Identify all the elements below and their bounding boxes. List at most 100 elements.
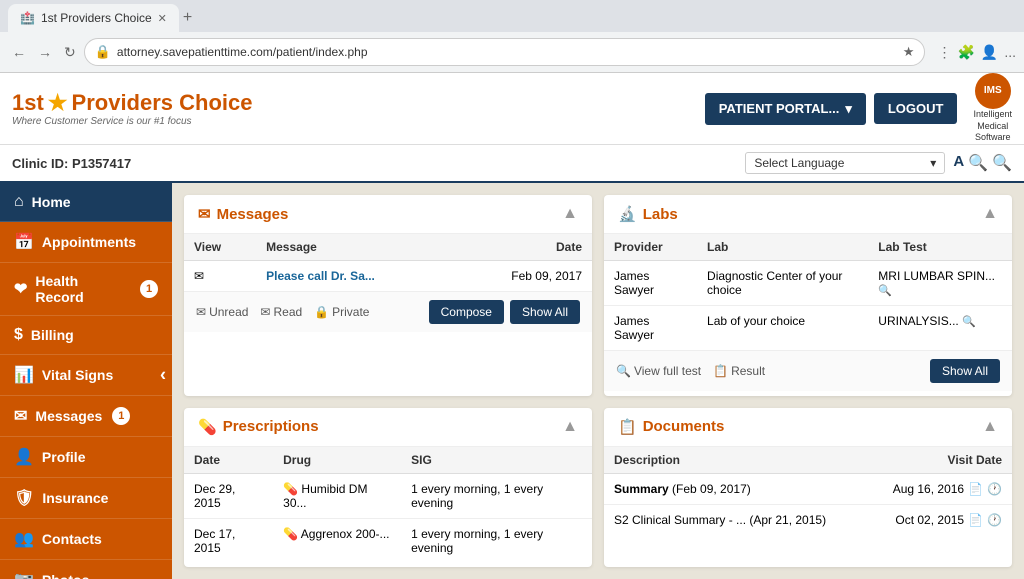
active-tab[interactable]: 🏥 1st Providers Choice ✕ <box>8 4 179 32</box>
col-provider: Provider <box>604 234 697 261</box>
documents-card-title: 📋 Documents <box>618 418 724 436</box>
col-message: Message <box>256 234 453 261</box>
messages-card-header: ✉ Messages ▲ <box>184 195 592 234</box>
message-link[interactable]: Please call Dr. Sa... <box>266 269 375 283</box>
labs-card-body: Provider Lab Lab Test James Sawyer Diagn… <box>604 234 1012 350</box>
labs-table: Provider Lab Lab Test James Sawyer Diagn… <box>604 234 1012 350</box>
labs-card-footer: 🔍 View full test 📋 Result Show All <box>604 350 1012 391</box>
logo-subtitle: Where Customer Service is our #1 focus <box>12 116 252 127</box>
labs-card-header: 🔬 Labs ▲ <box>604 195 1012 234</box>
doc-date-cell-2: Oct 02, 2015 📄 🕐 <box>866 505 1012 535</box>
compose-button[interactable]: Compose <box>429 300 504 324</box>
doc-clock-icon-2[interactable]: 🕐 <box>987 513 1002 527</box>
lab-cell: Diagnostic Center of your choice <box>697 261 868 306</box>
back-button[interactable]: ← <box>8 40 30 64</box>
messages-table: View Message Date ✉ Please call Dr. Sa..… <box>184 234 592 291</box>
collapse-sidebar-btn[interactable]: ‹ <box>160 365 172 386</box>
logout-button[interactable]: LOGOUT <box>874 93 958 124</box>
language-select[interactable]: Select Language ▾ <box>745 152 945 174</box>
unread-filter[interactable]: ✉ Unread <box>196 305 248 319</box>
documents-card-body: Description Visit Date Summary (Feb 09, … <box>604 447 1012 536</box>
menu-button[interactable]: ⋮ <box>937 44 951 61</box>
header-right: PATIENT PORTAL... ▾ LOGOUT IMS Intellige… <box>705 73 1012 144</box>
profile-button[interactable]: 👤 <box>981 44 998 61</box>
sidebar-item-label: Home <box>32 194 71 210</box>
prescriptions-card-title: 💊 Prescriptions <box>198 418 319 436</box>
prescriptions-collapse-btn[interactable]: ▲ <box>562 418 578 436</box>
result-link[interactable]: 📋 Result <box>713 364 765 378</box>
table-row: Dec 29, 2015 💊 Humibid DM 30... 1 every … <box>184 473 592 518</box>
sidebar-item-health-record[interactable]: ❤ Health Record 1 <box>0 263 172 316</box>
sidebar-item-home[interactable]: ⌂ Home <box>0 183 172 222</box>
address-bar[interactable]: 🔒 attorney.savepatienttime.com/patient/i… <box>84 38 926 66</box>
profile-icon: 👤 <box>14 447 34 467</box>
labs-showall-button[interactable]: Show All <box>930 359 1000 383</box>
logo-prefix: 1st <box>12 90 44 116</box>
documents-collapse-btn[interactable]: ▲ <box>982 418 998 436</box>
logo-area: 1st★Providers Choice Where Customer Serv… <box>12 90 252 127</box>
lab-search-icon[interactable]: 🔍 <box>878 285 892 297</box>
search-icon-2[interactable]: 🔍 <box>992 153 1012 173</box>
doc-file-icon[interactable]: 📄 <box>968 482 983 496</box>
home-icon: ⌂ <box>14 193 24 211</box>
doc-desc-cell: Summary (Feb 09, 2017) <box>604 473 866 505</box>
sidebar-item-contacts[interactable]: 👥 Contacts <box>0 519 172 560</box>
extensions-button[interactable]: 🧩 <box>957 44 974 61</box>
messages-showall-button[interactable]: Show All <box>510 300 580 324</box>
view-cell: ✉ <box>184 261 256 292</box>
health-record-icon: ❤ <box>14 279 27 299</box>
rx-drug-cell: 💊 Aggrenox 200-... <box>273 518 401 563</box>
messages-collapse-btn[interactable]: ▲ <box>562 205 578 223</box>
private-filter[interactable]: 🔒 Private <box>314 305 369 319</box>
sidebar-item-label: Insurance <box>42 490 108 506</box>
messages-badge: 1 <box>112 407 130 425</box>
view-full-test-link[interactable]: 🔍 View full test <box>616 364 701 378</box>
sidebar-item-vital-signs[interactable]: 📊 Vital Signs ‹ <box>0 355 172 396</box>
messages-title-icon: ✉ <box>198 205 211 223</box>
close-tab-icon[interactable]: ✕ <box>158 12 167 25</box>
messages-card-body: View Message Date ✉ Please call Dr. Sa..… <box>184 234 592 291</box>
doc-clock-icon[interactable]: 🕐 <box>987 482 1002 496</box>
lab-search-icon-2[interactable]: 🔍 <box>962 316 976 328</box>
lock-icon: 🔒 <box>314 305 329 319</box>
sidebar-item-label: Health Record <box>35 273 130 305</box>
rx-sig-cell: 1 every morning, 1 every evening <box>401 518 592 563</box>
read-filter[interactable]: ✉ Read <box>260 305 302 319</box>
doc-file-icon-2[interactable]: 📄 <box>968 513 983 527</box>
logo: 1st★Providers Choice <box>12 90 252 116</box>
tab-favicon: 🏥 <box>20 11 35 25</box>
more-button[interactable]: ... <box>1004 44 1016 60</box>
sidebar-item-profile[interactable]: 👤 Profile <box>0 437 172 478</box>
message-cell: Please call Dr. Sa... <box>256 261 453 292</box>
logout-label: LOGOUT <box>888 101 944 116</box>
patient-portal-button[interactable]: PATIENT PORTAL... ▾ <box>705 93 866 125</box>
messages-icon: ✉ <box>14 406 27 426</box>
sidebar-item-label: Profile <box>42 449 86 465</box>
unread-icon: ✉ <box>196 305 206 319</box>
sidebar-item-insurance[interactable]: 🛡 Insurance <box>0 478 172 519</box>
lang-dropdown-icon: ▾ <box>930 156 936 170</box>
refresh-button[interactable]: ↻ <box>60 40 80 65</box>
search-icon: 🔍 <box>616 364 631 378</box>
sidebar-item-messages[interactable]: ✉ Messages 1 <box>0 396 172 437</box>
new-tab-button[interactable]: + <box>183 9 192 27</box>
table-row: Dec 17, 2015 💊 Aggrenox 200-... 1 every … <box>184 518 592 563</box>
messages-card-title: ✉ Messages <box>198 205 288 223</box>
labs-collapse-btn[interactable]: ▲ <box>982 205 998 223</box>
sidebar-item-billing[interactable]: $ Billing <box>0 316 172 355</box>
messages-card: ✉ Messages ▲ View Message Date <box>184 195 592 396</box>
mail-icon: ✉ <box>194 269 204 283</box>
sidebar-item-appointments[interactable]: 📅 Appointments <box>0 222 172 263</box>
clinic-id: Clinic ID: P1357417 <box>12 156 131 171</box>
lang-placeholder: Select Language <box>754 156 844 170</box>
search-icon[interactable]: 🔍 <box>968 153 988 173</box>
forward-button[interactable]: → <box>34 40 56 64</box>
content-area: ✉ Messages ▲ View Message Date <box>172 183 1024 579</box>
sidebar-item-label: Vital Signs <box>42 367 113 383</box>
main-layout: ⌂ Home 📅 Appointments ❤ Health Record 1 … <box>0 183 1024 579</box>
billing-icon: $ <box>14 326 23 344</box>
sidebar-item-photos[interactable]: 📷 Photos <box>0 560 172 579</box>
prescriptions-table: Date Drug SIG Dec 29, 2015 💊 Humibid DM … <box>184 447 592 563</box>
lab-cell: Lab of your choice <box>697 306 868 351</box>
a-icon[interactable]: A <box>953 153 964 173</box>
